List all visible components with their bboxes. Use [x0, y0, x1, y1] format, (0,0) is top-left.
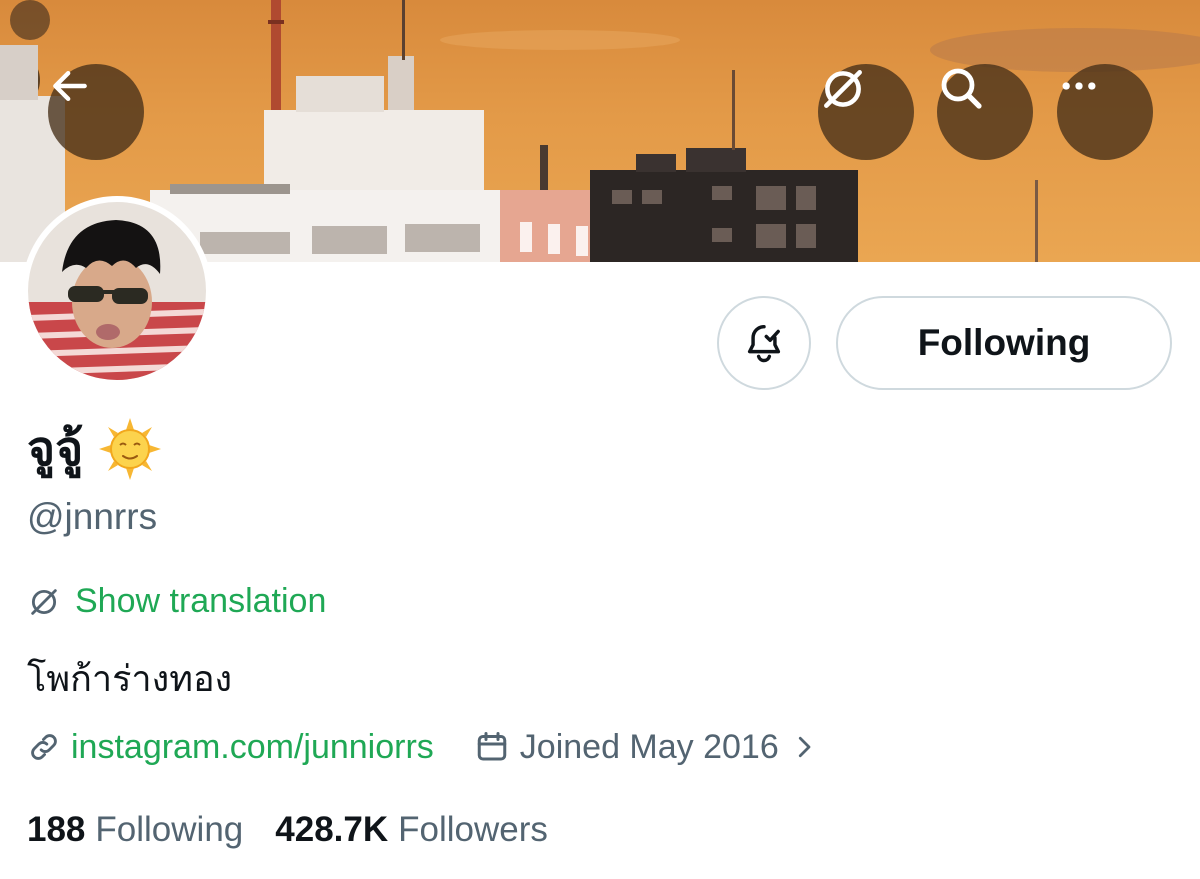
bell-check-icon	[747, 324, 781, 363]
more-button[interactable]	[1057, 64, 1153, 160]
bio: โพก้าร่างทอง	[27, 659, 233, 700]
follow-stats: 188 Following 428.7K Followers	[27, 810, 548, 850]
joined-date[interactable]: Joined May 2016	[474, 728, 819, 767]
chevron-right-icon	[798, 736, 811, 758]
show-translation-link[interactable]: Show translation	[27, 582, 326, 621]
search-icon	[941, 68, 982, 109]
followers-label: Followers	[398, 810, 548, 849]
avatar-photo	[28, 202, 206, 380]
sun-face-emoji-icon	[99, 418, 162, 480]
notifications-button[interactable]	[717, 296, 811, 390]
following-button[interactable]: Following	[836, 296, 1172, 390]
avatar[interactable]	[22, 196, 212, 386]
username-handle: @jnnrrs	[27, 496, 158, 537]
following-count-link[interactable]: 188 Following	[27, 810, 243, 850]
translate-button[interactable]	[818, 64, 914, 160]
display-name: จูจู้	[27, 421, 84, 477]
search-button[interactable]	[937, 64, 1033, 160]
translate-icon	[31, 588, 57, 615]
more-horizontal-icon	[1062, 82, 1096, 90]
show-translation-label: Show translation	[75, 582, 327, 620]
followers-count: 428.7K	[275, 810, 389, 849]
followers-count-link[interactable]: 428.7K Followers	[275, 810, 548, 850]
link-icon	[31, 734, 57, 760]
calendar-icon	[477, 732, 507, 761]
following-count: 188	[27, 810, 86, 849]
back-button[interactable]	[48, 64, 144, 160]
following-label: Following	[95, 810, 244, 849]
joined-label: Joined May 2016	[519, 727, 779, 766]
website-link[interactable]: instagram.com/junniorrs	[27, 728, 434, 767]
website-url: instagram.com/junniorrs	[71, 727, 434, 766]
arrow-left-icon	[53, 70, 87, 102]
translate-icon	[824, 70, 862, 108]
profile-meta: instagram.com/junniorrs Joined May 2016	[27, 722, 819, 772]
display-name-row: จูจู้ 🌞	[27, 414, 162, 484]
